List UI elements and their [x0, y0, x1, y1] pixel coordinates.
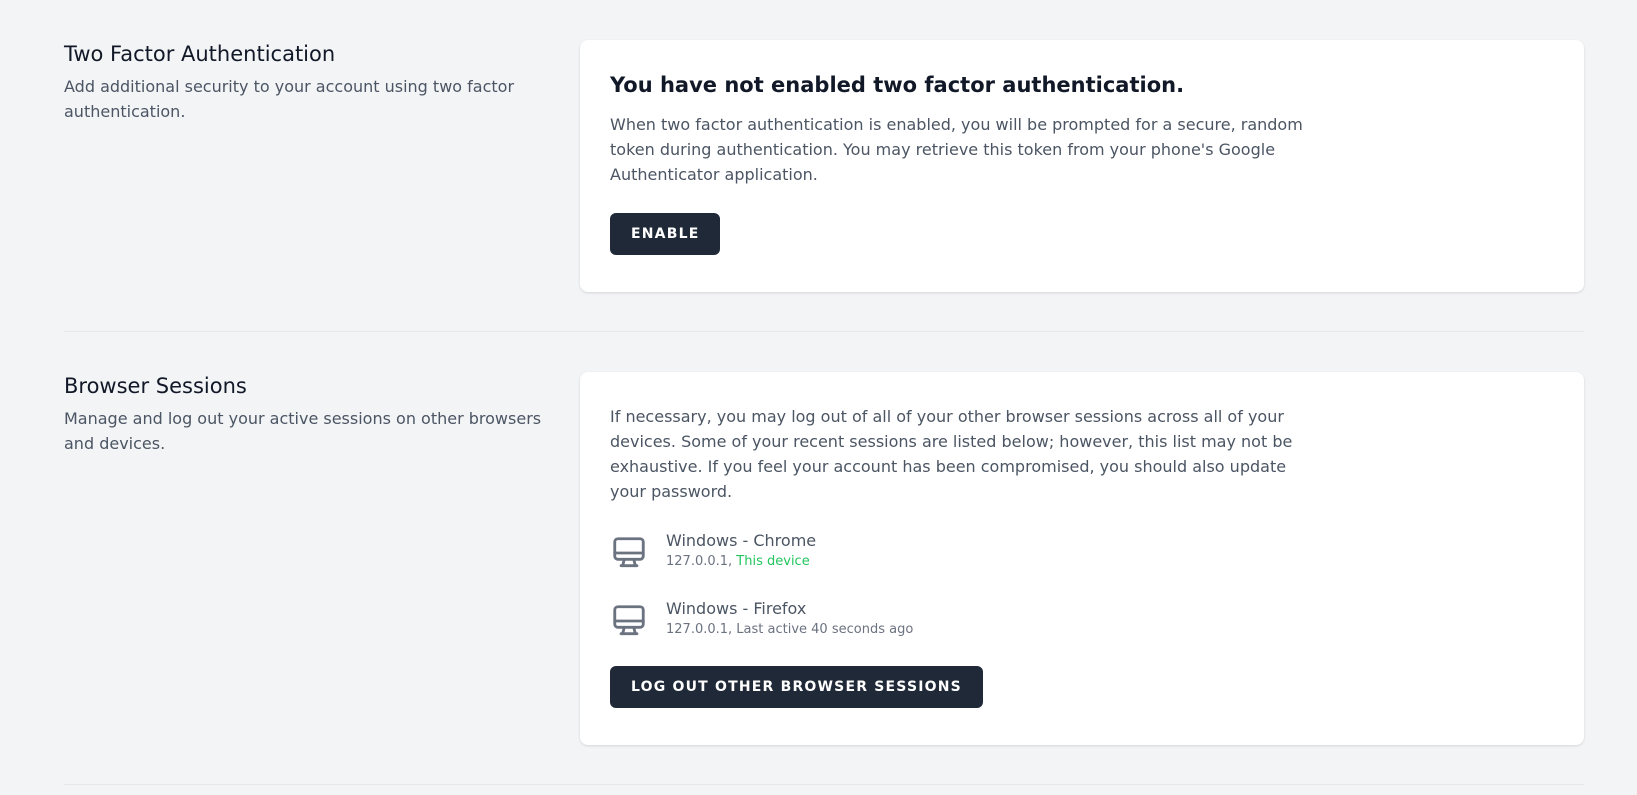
session-meta: 127.0.0.1, This device	[666, 552, 816, 572]
two-factor-card: You have not enabled two factor authenti…	[580, 40, 1584, 292]
session-ip: 127.0.0.1,	[666, 554, 733, 569]
browser-sessions-header: Browser Sessions Manage and log out your…	[64, 372, 544, 456]
session-info: Windows - Firefox 127.0.0.1, Last active…	[666, 598, 913, 640]
session-item: Windows - Firefox 127.0.0.1, Last active…	[610, 598, 1554, 640]
section-divider	[64, 331, 1584, 332]
two-factor-header: Two Factor Authentication Add additional…	[64, 40, 544, 124]
desktop-icon	[610, 602, 648, 640]
browser-sessions-section: Browser Sessions Manage and log out your…	[64, 372, 1584, 745]
section-divider	[64, 784, 1584, 785]
session-name: Windows - Firefox	[666, 599, 807, 618]
session-ip: 127.0.0.1,	[666, 622, 733, 637]
desktop-icon	[610, 534, 648, 572]
this-device-label: This device	[736, 554, 810, 569]
profile-page: Two Factor Authentication Add additional…	[0, 0, 1637, 795]
browser-sessions-card: If necessary, you may log out of all of …	[580, 372, 1584, 745]
session-info: Windows - Chrome 127.0.0.1, This device	[666, 530, 816, 572]
session-meta: 127.0.0.1, Last active 40 seconds ago	[666, 620, 913, 640]
enable-two-factor-button[interactable]: Enable	[610, 213, 721, 255]
two-factor-description: Add additional security to your account …	[64, 77, 515, 121]
two-factor-status-heading: You have not enabled two factor authenti…	[610, 73, 1185, 97]
two-factor-explanation: When two factor authentication is enable…	[610, 115, 1303, 184]
two-factor-title: Two Factor Authentication	[64, 42, 336, 66]
two-factor-section: Two Factor Authentication Add additional…	[64, 40, 1584, 292]
session-item: Windows - Chrome 127.0.0.1, This device	[610, 530, 1554, 572]
browser-sessions-title: Browser Sessions	[64, 374, 247, 398]
last-active-label: Last active 40 seconds ago	[736, 622, 914, 637]
browser-sessions-description: Manage and log out your active sessions …	[64, 409, 542, 453]
browser-sessions-explanation: If necessary, you may log out of all of …	[610, 407, 1293, 501]
logout-other-sessions-button[interactable]: Log Out Other Browser Sessions	[610, 666, 983, 708]
session-name: Windows - Chrome	[666, 531, 817, 550]
